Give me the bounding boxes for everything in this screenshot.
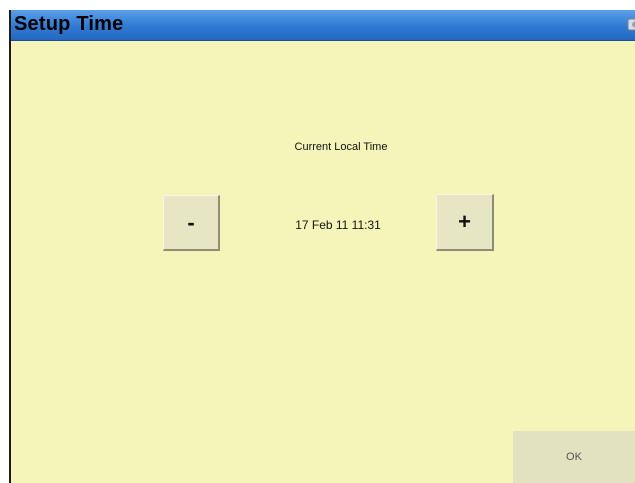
setup-time-window: Setup Time Current Local Time - 17 Feb 1… [9,10,635,483]
current-local-time-label: Current Local Time [294,141,388,153]
settings-icon [627,16,635,32]
window-title: Setup Time [14,13,124,35]
decrement-button-label: - [187,209,195,235]
current-time-value: 17 Feb 11 11:31 [295,218,381,232]
ok-button-label: OK [566,451,582,463]
increment-button-label: + [458,209,471,234]
decrement-time-button[interactable]: - [163,195,220,251]
increment-time-button[interactable]: + [436,194,494,251]
ok-button[interactable]: OK [513,431,635,483]
screen: Setup Time Current Local Time - 17 Feb 1… [0,0,635,483]
title-bar: Setup Time [11,10,635,41]
